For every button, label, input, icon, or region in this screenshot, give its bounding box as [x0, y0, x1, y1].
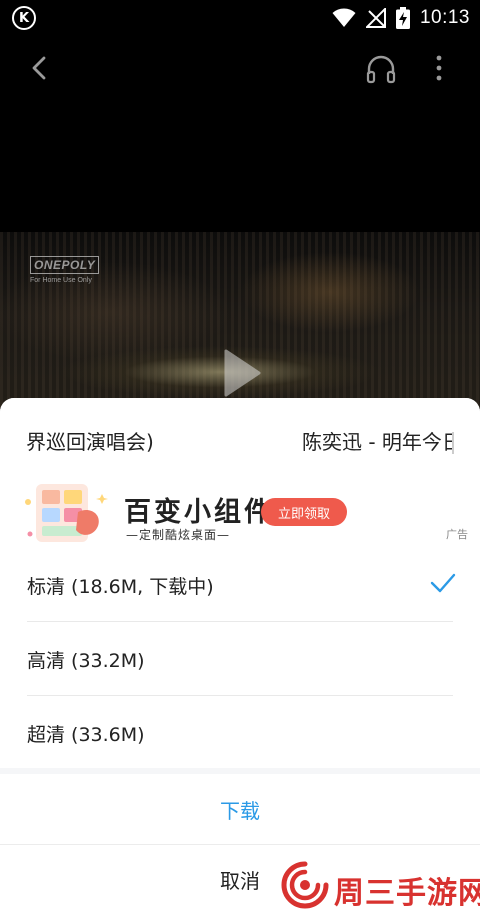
watermark-note: For Home Use Only	[30, 277, 92, 284]
more-icon[interactable]	[428, 52, 450, 84]
back-icon[interactable]	[24, 52, 56, 84]
quality-option-high[interactable]: 高清 (33.2M)	[0, 622, 480, 696]
app-notification-icon: K	[12, 6, 36, 30]
watermark-brand: ONEPOLY	[30, 256, 100, 274]
download-quality-sheet: 界巡回演唱会) 陈奕迅 - 明年今日 百变小组件 —定制酷炫桌面— 立即领取 广…	[0, 398, 480, 913]
quality-option-label: 标清 (18.6M, 下载中)	[27, 576, 214, 598]
wifi-icon	[332, 8, 356, 27]
song-title-marquee: 界巡回演唱会) 陈奕迅 - 明年今日	[0, 426, 480, 460]
player-top-controls	[0, 48, 480, 88]
no-signal-icon	[365, 8, 386, 28]
quality-option-label: 超清 (33.6M)	[27, 724, 145, 746]
headphone-icon[interactable]	[364, 52, 398, 86]
download-button[interactable]: 下载	[0, 774, 480, 844]
quality-options: 标清 (18.6M, 下载中) 高清 (33.2M) 超清 (33.6M)	[0, 548, 480, 768]
channel-watermark: ONEPOLY For Home Use Only	[30, 254, 100, 298]
video-frame: ONEPOLY For Home Use Only	[0, 232, 480, 416]
song-title-tail: 界巡回演唱会)	[26, 430, 154, 454]
site-name: 周三手游网	[334, 876, 480, 911]
site-watermark: 周三手游网	[280, 858, 480, 913]
status-right: 10:13	[332, 4, 470, 32]
check-icon	[430, 573, 456, 593]
ad-illustration-icon	[25, 484, 108, 542]
quality-option-ultra[interactable]: 超清 (33.6M)	[0, 696, 480, 770]
marquee-fade	[452, 432, 454, 454]
sheet-header: 界巡回演唱会) 陈奕迅 - 明年今日 百变小组件 —定制酷炫桌面— 立即领取 广…	[0, 398, 480, 548]
ad-banner[interactable]: 百变小组件 —定制酷炫桌面— 立即领取 广告	[20, 482, 480, 548]
ad-label: 广告	[446, 528, 468, 541]
quality-option-label: 高清 (33.2M)	[27, 650, 145, 672]
status-time: 10:13	[419, 7, 470, 28]
song-title-head: 陈奕迅 - 明年今日	[302, 430, 452, 454]
play-icon[interactable]	[222, 348, 262, 398]
ad-subtitle: —定制酷炫桌面—	[126, 528, 231, 542]
status-bar: K 10:13	[0, 0, 480, 36]
quality-option-standard[interactable]: 标清 (18.6M, 下载中)	[0, 548, 480, 622]
ad-title: 百变小组件	[124, 497, 274, 528]
video-player[interactable]: ONEPOLY For Home Use Only	[0, 36, 480, 416]
battery-charging-icon	[395, 7, 410, 29]
ad-claim-button[interactable]: 立即领取	[261, 498, 347, 526]
site-logo-icon	[281, 861, 329, 909]
